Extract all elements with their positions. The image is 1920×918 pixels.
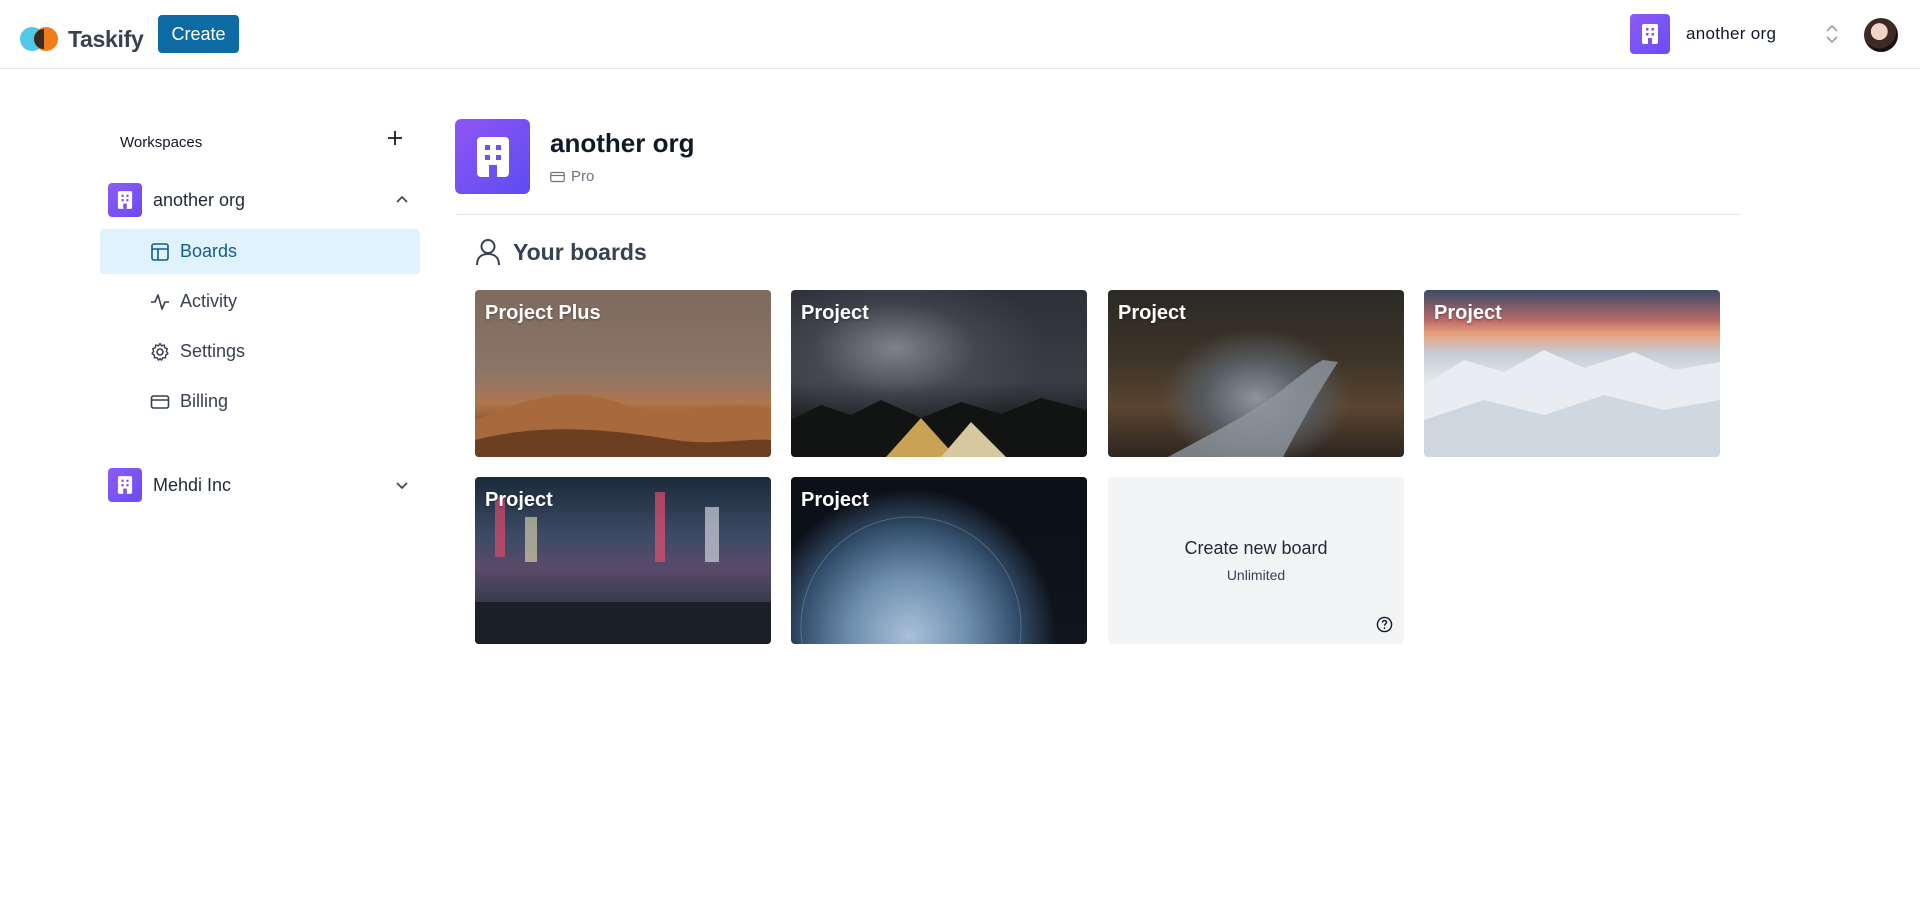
top-navbar: Taskify Create another org — [0, 0, 1920, 69]
taskify-logo[interactable]: Taskify — [20, 20, 144, 58]
sidebar-org-another-org[interactable]: another org — [108, 182, 420, 218]
organization-switcher[interactable]: another org — [1630, 14, 1840, 54]
boards-heading-label: Your boards — [513, 238, 647, 265]
building-icon — [108, 183, 142, 217]
current-org-name: another org — [1686, 24, 1777, 43]
sidebar-item-label: Billing — [180, 391, 229, 411]
plan-label: Pro — [571, 168, 595, 185]
activity-icon — [151, 294, 169, 310]
board-card[interactable]: Project — [1424, 290, 1720, 457]
building-icon — [476, 136, 509, 177]
create-button[interactable]: Create — [158, 15, 239, 53]
user-icon — [476, 239, 500, 266]
boards-heading: Your boards — [475, 238, 647, 266]
plus-icon[interactable] — [385, 128, 405, 148]
sidebar-item-label: Boards — [180, 241, 238, 261]
create-board-title: Create new board — [1184, 538, 1328, 558]
board-card[interactable]: Project — [475, 477, 771, 644]
board-title: Project — [485, 489, 553, 511]
board-card[interactable]: Project — [1108, 290, 1404, 457]
chevrons-up-down-icon[interactable] — [1824, 22, 1840, 46]
logo-text: Taskify — [68, 25, 144, 52]
sidebar-item-billing[interactable]: Billing — [100, 379, 420, 424]
settings-icon — [151, 342, 169, 361]
page-title: another org — [550, 128, 695, 158]
org-name: another org — [153, 189, 246, 210]
board-card[interactable]: Project Plus — [475, 290, 771, 457]
board-card[interactable]: Project — [791, 290, 1087, 457]
board-title: Project Plus — [485, 302, 601, 324]
create-new-board-card[interactable]: Create new board Unlimited — [1108, 477, 1404, 644]
board-title: Project — [801, 302, 869, 324]
chevron-up-icon — [396, 195, 408, 203]
credit-card-icon — [150, 395, 170, 409]
sidebar-item-boards[interactable]: Boards — [100, 229, 420, 274]
sidebar-item-label: Settings — [180, 341, 246, 361]
board-title: Project — [801, 489, 869, 511]
sidebar-item-activity[interactable]: Activity — [100, 279, 420, 324]
building-icon — [108, 468, 142, 502]
credit-card-icon — [550, 171, 565, 182]
building-icon — [1630, 14, 1670, 54]
create-board-subtitle: Unlimited — [1226, 567, 1286, 583]
org-name: Mehdi Inc — [153, 474, 232, 495]
org-logo — [455, 119, 530, 194]
sidebar-item-label: Activity — [180, 291, 238, 311]
board-title: Project — [1434, 302, 1502, 324]
logo-icon — [20, 27, 58, 51]
workspaces-heading: Workspaces — [120, 134, 203, 151]
sidebar-item-settings[interactable]: Settings — [100, 329, 420, 374]
user-avatar[interactable] — [1864, 18, 1898, 52]
board-title: Project — [1118, 302, 1186, 324]
sidebar-org-mehdi-inc[interactable]: Mehdi Inc — [108, 467, 420, 503]
board-card[interactable]: Project — [791, 477, 1087, 644]
divider — [455, 214, 1741, 215]
plan-badge: Pro — [550, 168, 594, 185]
chevron-down-icon — [396, 482, 408, 490]
help-circle-icon[interactable] — [1376, 616, 1393, 633]
layout-icon — [151, 243, 169, 261]
